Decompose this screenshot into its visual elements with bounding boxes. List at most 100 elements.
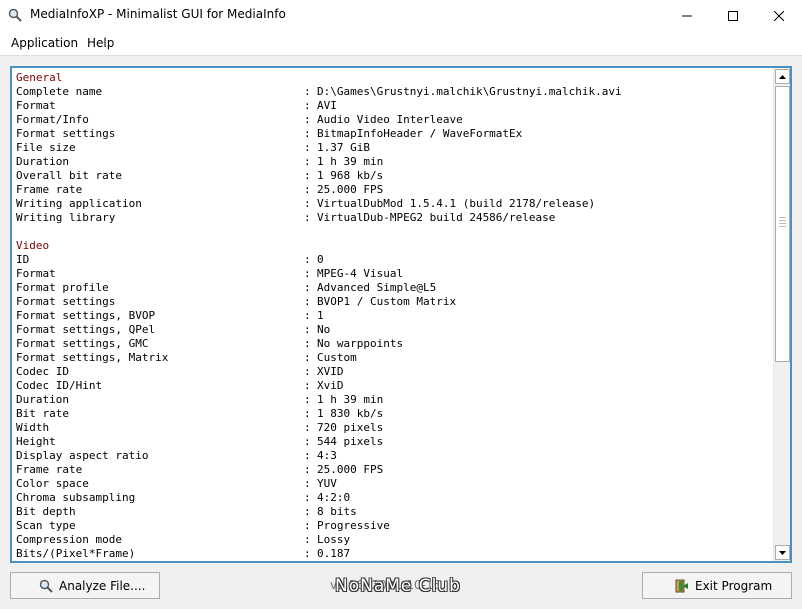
menu-application[interactable]: Application — [11, 36, 78, 50]
separator: : — [304, 463, 311, 476]
field-label: Format settings, QPel — [16, 323, 156, 336]
field-label: Format settings, BVOP — [16, 309, 156, 322]
field-label: Color space — [16, 477, 89, 490]
exit-program-label: Exit Program — [695, 579, 773, 593]
field-value: D:\Games\Grustnyi.malchik\Grustnyi.malch… — [317, 85, 622, 98]
scroll-up-button[interactable] — [775, 69, 790, 84]
field-value: 720 pixels — [317, 421, 384, 434]
field-value: 1 968 kb/s — [317, 169, 384, 182]
report-row: Overall bit rate:1 968 kb/s — [16, 169, 772, 183]
report-row: Writing library: VirtualDub-MPEG2 build 2… — [16, 211, 772, 225]
field-value: 544 pixels — [317, 435, 384, 448]
scroll-thumb[interactable] — [775, 86, 790, 362]
field-value: 0.187 — [317, 547, 351, 560]
separator: : — [304, 127, 311, 140]
field-value: VirtualDub-MPEG2 build 24586/release — [317, 211, 556, 224]
report-row: Format: MPEG-4 Visual — [16, 267, 772, 281]
field-label: Bits/(Pixel*Frame) — [16, 547, 136, 560]
field-value: 1 830 kb/s — [317, 407, 384, 420]
menu-help[interactable]: Help — [87, 36, 114, 50]
field-value: No warppoints — [317, 337, 404, 350]
field-label: Writing application — [16, 197, 142, 210]
maximize-button[interactable] — [710, 0, 756, 31]
field-label: Complete name — [16, 85, 103, 98]
field-label: Scan type — [16, 519, 76, 532]
field-value: XviD — [317, 379, 344, 392]
field-value: 25.000 FPS — [317, 463, 384, 476]
field-value: Audio Video Interleave — [317, 113, 463, 126]
field-label: Height — [16, 435, 56, 448]
field-label: Bit depth — [16, 505, 76, 518]
field-value: Advanced Simple@L5 — [317, 281, 437, 294]
vertical-scrollbar[interactable] — [773, 68, 790, 561]
field-value: XVID — [317, 365, 344, 378]
field-value: Lossy — [317, 533, 351, 546]
field-value: Custom — [317, 351, 357, 364]
grip-icon — [779, 217, 786, 229]
field-label: Format settings — [16, 127, 116, 140]
separator: : — [304, 491, 311, 504]
field-value: Progressive — [317, 519, 390, 532]
separator: : — [304, 365, 311, 378]
separator: : — [304, 435, 311, 448]
report-row: Compression mode: Lossy — [16, 533, 772, 547]
separator: : — [304, 379, 311, 392]
field-value: 4:3 — [317, 449, 337, 462]
scroll-down-button[interactable] — [775, 545, 790, 560]
field-value: 1.37 GiB — [317, 141, 370, 154]
report-row: Duration:1 h 39 min — [16, 393, 772, 407]
magnifier-icon — [39, 579, 53, 593]
exit-program-button[interactable]: Exit Program — [642, 572, 792, 599]
field-label: Width — [16, 421, 50, 434]
report-row: Frame rate:25.000 FPS — [16, 463, 772, 477]
separator: : — [304, 351, 311, 364]
separator: : — [304, 113, 311, 126]
magnifier-icon — [8, 8, 22, 22]
field-value: 25.000 FPS — [317, 183, 384, 196]
report-row: Format settings: BVOP1 / Custom Matrix — [16, 295, 772, 309]
report-row: Format settings, BVOP:1 — [16, 309, 772, 323]
report-row: Duration:1 h 39 min — [16, 155, 772, 169]
separator: : — [304, 281, 311, 294]
separator: : — [304, 407, 311, 420]
field-value: 4:2:0 — [317, 491, 351, 504]
report-row: Format settings, QPel: No — [16, 323, 772, 337]
field-value: BitmapInfoHeader / WaveFormatEx — [317, 127, 523, 140]
separator: : — [304, 99, 311, 112]
report-row: Codec ID: XVID — [16, 365, 772, 379]
field-label: Bit rate — [16, 407, 69, 420]
exit-door-icon — [675, 579, 688, 593]
field-label: Frame rate — [16, 463, 83, 476]
separator: : — [304, 169, 311, 182]
analyze-file-button[interactable]: Analyze File.... — [10, 572, 160, 599]
field-label: Format profile — [16, 281, 109, 294]
close-icon — [774, 10, 784, 21]
report-row: Bits/(Pixel*Frame):0.187 — [16, 547, 772, 560]
field-value: MPEG-4 Visual — [317, 267, 404, 280]
report-row: Height:544 pixels — [16, 435, 772, 449]
field-label: Duration — [16, 155, 69, 168]
minimize-button[interactable] — [664, 0, 710, 31]
field-label: Codec ID/Hint — [16, 379, 103, 392]
separator: : — [304, 547, 311, 560]
field-value: 8 bits — [317, 505, 357, 518]
field-label: Format — [16, 99, 56, 112]
report-row: Scan type: Progressive — [16, 519, 772, 533]
separator: : — [304, 505, 311, 518]
separator: : — [304, 323, 311, 336]
report-row: Format: AVI — [16, 99, 772, 113]
report-row: File size:1.37 GiB — [16, 141, 772, 155]
separator: : — [304, 155, 311, 168]
field-value: BVOP1 / Custom Matrix — [317, 295, 457, 308]
field-label: Frame rate — [16, 183, 83, 196]
report-panel[interactable]: General Complete name: D:\Games\Grustnyi.m… — [10, 66, 792, 563]
close-button[interactable] — [756, 0, 802, 31]
report-text: General Complete name: D:\Games\Grustnyi.m… — [16, 71, 772, 560]
field-label: Display aspect ratio — [16, 449, 149, 462]
separator: : — [304, 309, 311, 322]
field-label: Writing library — [16, 211, 116, 224]
report-row: Format settings, Matrix: Custom — [16, 351, 772, 365]
field-label: File size — [16, 141, 76, 154]
separator: : — [304, 141, 311, 154]
